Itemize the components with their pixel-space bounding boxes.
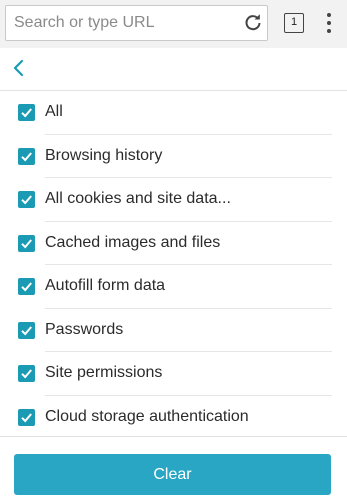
option-row-cloud-storage[interactable]: Cloud storage authentication (0, 396, 347, 440)
option-row-all[interactable]: All (0, 91, 347, 135)
tab-switcher-button[interactable]: 1 (284, 13, 304, 33)
checkbox-cookies[interactable] (18, 191, 35, 208)
reload-icon[interactable] (243, 13, 263, 33)
option-label: Passwords (45, 320, 124, 338)
checkbox-passwords[interactable] (18, 321, 35, 339)
option-row-browsing-history[interactable]: Browsing history (0, 135, 347, 178)
check-icon (21, 108, 32, 118)
check-icon (21, 195, 32, 205)
url-input[interactable] (6, 6, 236, 40)
check-icon (21, 325, 32, 335)
checkbox-browsing-history[interactable] (18, 147, 35, 165)
more-vert-icon[interactable] (321, 11, 337, 35)
option-label: Cached images and files (45, 233, 221, 251)
option-label: Site permissions (45, 364, 163, 381)
check-icon (21, 282, 32, 292)
header-bar (0, 48, 347, 91)
checkbox-cloud-storage[interactable] (18, 408, 35, 426)
option-row-cookies[interactable]: All cookies and site data... (0, 178, 347, 222)
checkbox-all[interactable] (18, 104, 35, 121)
option-label: Autofill form data (45, 277, 166, 294)
footer-divider (0, 436, 347, 437)
clear-button[interactable]: Clear (14, 454, 331, 495)
option-row-autofill[interactable]: Autofill form data (0, 265, 347, 309)
option-label: All cookies and site data... (45, 190, 231, 207)
omnibox[interactable] (5, 5, 268, 41)
check-icon (21, 369, 32, 379)
clear-data-options-list: All Browsing history All cookies and sit… (0, 91, 347, 439)
check-icon (21, 238, 32, 248)
option-label: Cloud storage authentication (45, 407, 249, 425)
check-icon (21, 412, 32, 422)
option-row-site-permissions[interactable]: Site permissions (0, 352, 347, 396)
checkbox-autofill[interactable] (18, 278, 35, 295)
option-row-cached-images[interactable]: Cached images and files (0, 222, 347, 265)
check-icon (21, 151, 32, 161)
option-label: All (45, 103, 63, 120)
checkbox-cached-images[interactable] (18, 234, 35, 252)
option-label: Browsing history (45, 146, 163, 164)
checkbox-site-permissions[interactable] (18, 365, 35, 382)
browser-toolbar: 1 (0, 0, 347, 48)
chevron-left-icon[interactable] (8, 57, 30, 79)
option-row-passwords[interactable]: Passwords (0, 309, 347, 352)
